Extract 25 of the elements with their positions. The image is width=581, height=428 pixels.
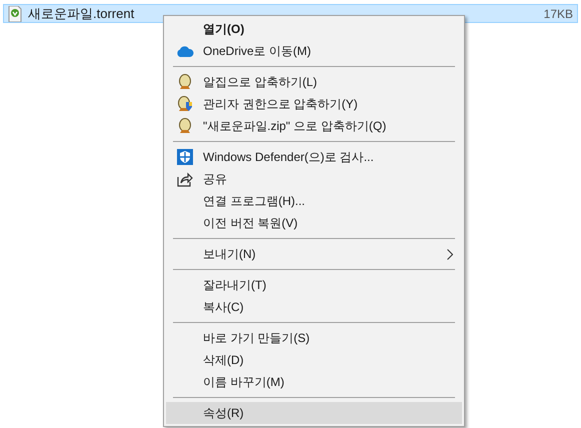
- egg-shield-icon: [176, 96, 192, 112]
- menu-item[interactable]: 관리자 권한으로 압축하기(Y): [166, 93, 462, 115]
- egg-icon: [178, 118, 192, 134]
- menu-item[interactable]: "새로운파일.zip" 으로 압축하기(Q): [166, 115, 462, 137]
- menu-item[interactable]: 잘라내기(T): [166, 274, 462, 296]
- menu-item[interactable]: 이름 바꾸기(M): [166, 371, 462, 393]
- menu-item[interactable]: 알집으로 압축하기(L): [166, 71, 462, 93]
- menu-item[interactable]: 연결 프로그램(H)...: [166, 190, 462, 212]
- menu-item[interactable]: 속성(R): [166, 402, 462, 424]
- menu-item[interactable]: 바로 가기 만들기(S): [166, 327, 462, 349]
- menu-item[interactable]: Windows Defender(으)로 검사...: [166, 146, 462, 168]
- file-size: 17KB: [544, 6, 573, 22]
- menu-item[interactable]: 삭제(D): [166, 349, 462, 371]
- menu-item[interactable]: OneDrive로 이동(M): [166, 40, 462, 62]
- cloud-icon: [176, 46, 194, 56]
- chevron-right-icon: [447, 248, 453, 260]
- menu-item[interactable]: 보내기(N): [166, 243, 462, 265]
- torrent-file-icon: [8, 6, 22, 22]
- share-icon: [176, 172, 192, 186]
- menu-item[interactable]: 복사(C): [166, 296, 462, 318]
- menu-item[interactable]: 공유: [166, 168, 462, 190]
- file-name: 새로운파일.torrent: [28, 4, 134, 23]
- menu-item[interactable]: 이전 버전 복원(V): [166, 212, 462, 234]
- egg-icon: [178, 74, 192, 90]
- shield-icon: [176, 149, 192, 165]
